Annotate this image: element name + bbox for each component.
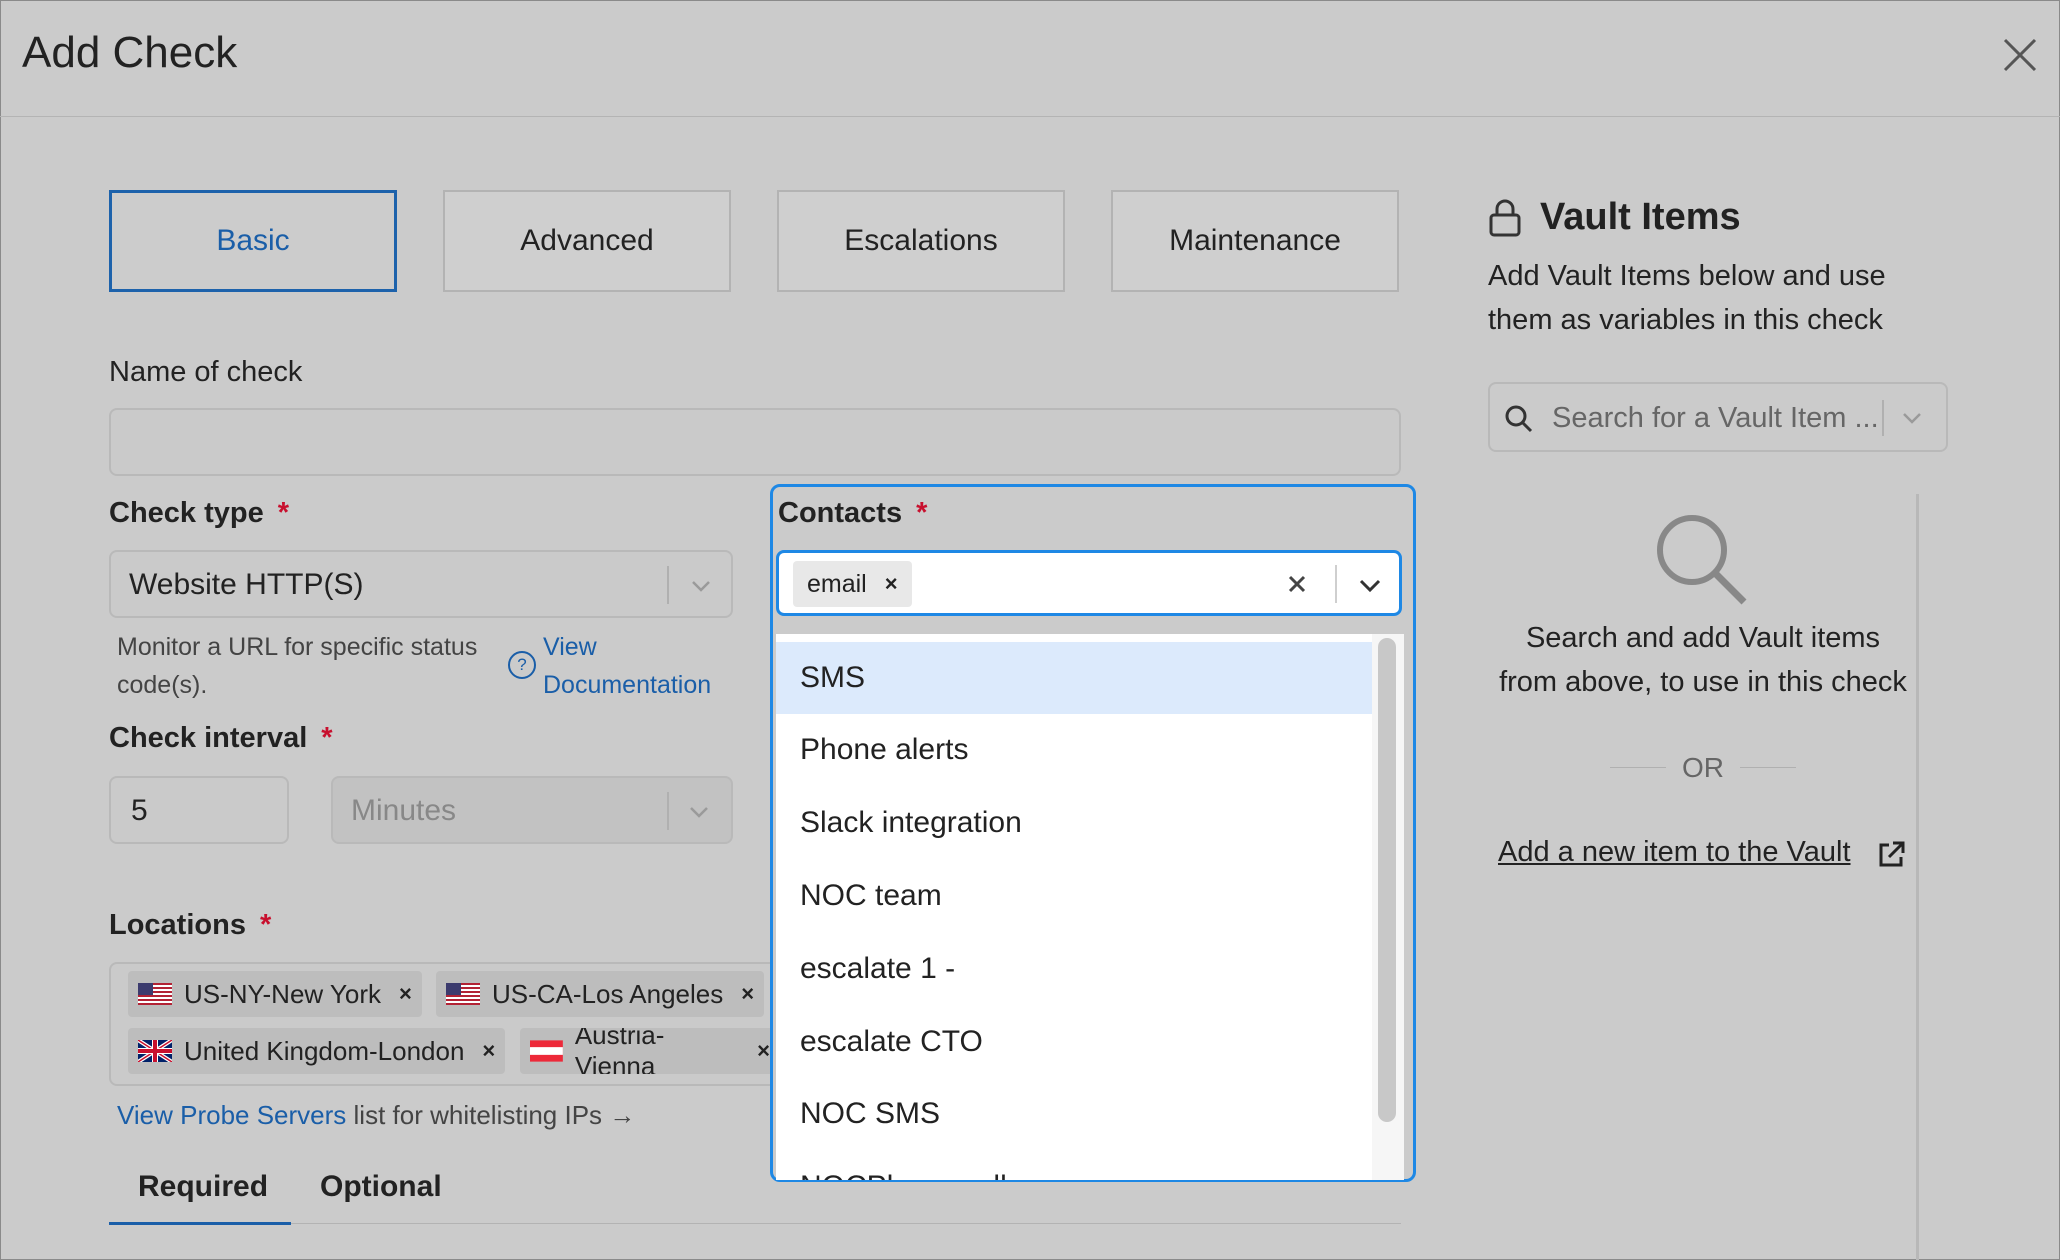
active-tab-indicator bbox=[109, 1222, 291, 1225]
tab-required[interactable]: Required bbox=[138, 1170, 268, 1204]
search-large-icon bbox=[1657, 515, 1747, 605]
check-interval-label: Check interval * bbox=[109, 722, 333, 755]
doc-link-line1: View bbox=[543, 633, 597, 661]
austria-flag-icon bbox=[530, 1040, 563, 1062]
remove-chip-icon[interactable]: × bbox=[741, 981, 754, 1007]
required-marker: * bbox=[277, 497, 290, 529]
check-type-label-text: Check type bbox=[109, 497, 264, 529]
remove-chip-icon[interactable]: × bbox=[757, 1038, 770, 1064]
location-chip-label: US-NY-New York bbox=[184, 978, 382, 1009]
or-divider-right bbox=[1740, 767, 1796, 768]
check-interval-label-text: Check interval bbox=[109, 722, 308, 754]
location-chip: US-CA-Los Angeles × bbox=[436, 971, 765, 1017]
vault-empty-line2: from above, to use in this check bbox=[1499, 666, 1907, 698]
vault-search-placeholder: Search for a Vault Item ... bbox=[1552, 402, 1879, 434]
vault-title: Vault Items bbox=[1540, 196, 1741, 238]
contact-chip: email × bbox=[793, 561, 912, 607]
external-link-icon[interactable] bbox=[1876, 840, 1906, 870]
remove-chip-icon[interactable]: × bbox=[399, 981, 412, 1007]
probe-servers-text: list for whitelisting IPs → bbox=[353, 1100, 636, 1130]
required-marker: * bbox=[916, 497, 928, 529]
help-circle-icon: ? bbox=[508, 651, 536, 679]
contact-option-noc-team[interactable]: NOC team bbox=[776, 860, 1372, 932]
contact-chip-label: email bbox=[807, 569, 867, 598]
chevron-down-icon[interactable] bbox=[1900, 406, 1924, 430]
select-separator bbox=[667, 792, 669, 830]
contact-option-noc-phone-call[interactable]: NOCPhone call bbox=[776, 1151, 1372, 1180]
location-chip: US-NY-New York × bbox=[128, 971, 422, 1017]
locations-label: Locations * bbox=[109, 909, 271, 942]
location-chip-label: United Kingdom-London bbox=[184, 1035, 465, 1066]
vault-subtitle-line2: them as variables in this check bbox=[1488, 304, 1883, 336]
tab-divider bbox=[291, 1223, 1401, 1224]
contact-option-noc-sms[interactable]: NOC SMS bbox=[776, 1078, 1372, 1150]
locations-label-text: Locations bbox=[109, 909, 246, 941]
location-chip: Austria-Vienna × bbox=[520, 1028, 780, 1074]
us-flag-icon bbox=[138, 983, 172, 1005]
contact-option-escalate-cto[interactable]: escalate CTO bbox=[776, 1006, 1372, 1078]
location-chip: United Kingdom-London × bbox=[128, 1028, 506, 1074]
vault-empty-line1: Search and add Vault items bbox=[1525, 622, 1881, 654]
check-interval-value: 5 bbox=[131, 794, 148, 827]
check-type-help-line2: code(s). bbox=[117, 671, 208, 699]
required-marker: * bbox=[321, 722, 333, 754]
contact-option-phone-alerts[interactable]: Phone alerts bbox=[776, 714, 1372, 786]
view-probe-servers-link[interactable]: View Probe Servers bbox=[117, 1100, 346, 1130]
check-type-help: Monitor a URL for specific status code(s… bbox=[117, 628, 477, 704]
vault-panel-border bbox=[1916, 494, 1919, 1260]
select-separator bbox=[1335, 565, 1337, 603]
tab-optional[interactable]: Optional bbox=[320, 1170, 442, 1204]
location-chip-label: Austria-Vienna bbox=[574, 1028, 665, 1074]
check-type-value: Website HTTP(S) bbox=[129, 568, 364, 601]
contact-option-slack[interactable]: Slack integration bbox=[776, 787, 1372, 859]
select-separator bbox=[667, 566, 669, 604]
name-of-check-input[interactable] bbox=[109, 408, 1401, 476]
or-text: OR bbox=[1682, 752, 1724, 783]
interval-unit-select[interactable]: Minutes bbox=[331, 776, 733, 844]
check-type-help-line1: Monitor a URL for specific status bbox=[117, 633, 478, 661]
check-type-select[interactable]: Website HTTP(S) bbox=[109, 550, 733, 618]
vault-subtitle-line1: Add Vault Items below and use bbox=[1488, 260, 1886, 292]
clear-icon[interactable] bbox=[1285, 572, 1309, 596]
dialog-title: Add Check bbox=[22, 28, 238, 77]
probe-servers-line: View Probe Servers list for whitelisting… bbox=[117, 1100, 635, 1131]
tab-basic[interactable]: Basic bbox=[109, 190, 397, 292]
interval-unit-value: Minutes bbox=[351, 794, 457, 827]
chevron-down-icon[interactable] bbox=[687, 800, 711, 824]
required-marker: * bbox=[259, 909, 272, 941]
scrollbar-thumb[interactable] bbox=[1378, 638, 1396, 1122]
or-divider-left bbox=[1610, 767, 1666, 768]
remove-chip-icon[interactable]: × bbox=[885, 571, 898, 597]
remove-chip-icon[interactable]: × bbox=[482, 1038, 495, 1064]
contacts-label: Contacts * bbox=[778, 497, 927, 530]
select-separator bbox=[1882, 400, 1884, 436]
lock-icon bbox=[1489, 199, 1521, 237]
contact-option-escalate-1[interactable]: escalate 1 - bbox=[776, 933, 1372, 1005]
name-of-check-label: Name of check bbox=[109, 356, 303, 388]
us-flag-icon bbox=[446, 983, 480, 1005]
check-interval-input[interactable]: 5 bbox=[109, 776, 289, 844]
contacts-dropdown-menu: SMS Phone alerts Slack integration NOC t… bbox=[776, 634, 1404, 1180]
vault-subtitle: Add Vault Items below and use them as va… bbox=[1488, 254, 1886, 342]
doc-link-line2: Documentation bbox=[543, 671, 712, 699]
chevron-down-icon[interactable] bbox=[689, 574, 713, 598]
header-divider bbox=[0, 116, 2060, 117]
search-icon bbox=[1505, 405, 1533, 433]
location-chip-label: US-CA-Los Angeles bbox=[492, 978, 724, 1009]
close-icon[interactable] bbox=[1995, 30, 2045, 80]
add-vault-item-link[interactable]: Add a new item to the Vault bbox=[1498, 836, 1851, 869]
contacts-label-text: Contacts bbox=[778, 497, 903, 529]
chevron-down-icon[interactable] bbox=[1357, 573, 1383, 597]
tab-advanced[interactable]: Advanced bbox=[443, 190, 731, 292]
tab-escalations[interactable]: Escalations bbox=[777, 190, 1065, 292]
view-documentation-link[interactable]: View Documentation bbox=[543, 628, 711, 704]
contact-option-sms[interactable]: SMS bbox=[776, 642, 1372, 714]
check-type-label: Check type * bbox=[109, 497, 289, 530]
uk-flag-icon bbox=[138, 1040, 172, 1062]
tab-maintenance[interactable]: Maintenance bbox=[1111, 190, 1399, 292]
vault-empty-text: Search and add Vault items from above, t… bbox=[1490, 616, 1916, 704]
vault-search-select[interactable]: Search for a Vault Item ... bbox=[1488, 382, 1948, 452]
